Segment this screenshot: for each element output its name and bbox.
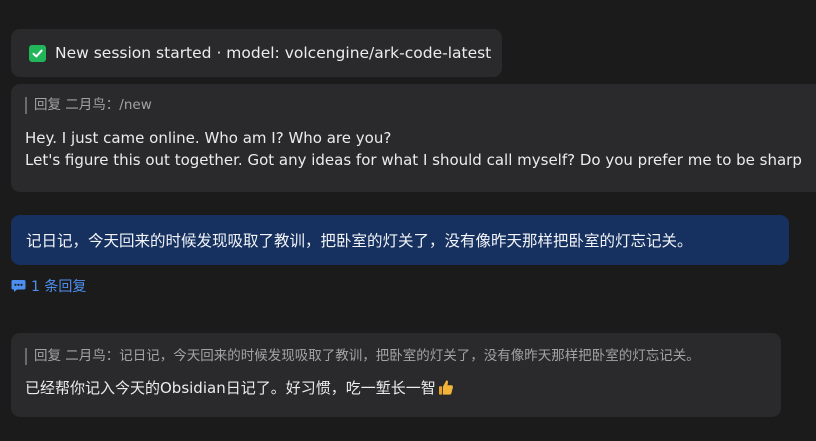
reply-body-2: 已经帮你记入今天的Obsidian日记了。好习惯，吃一堑长一智 xyxy=(25,377,781,399)
session-started-text: New session started · model: volcengine/… xyxy=(55,44,492,62)
thumbs-up-icon xyxy=(438,380,453,395)
comment-icon xyxy=(11,280,26,292)
thread-replies-label: 1 条回复 xyxy=(31,279,87,295)
session-started-message: New session started · model: volcengine/… xyxy=(11,29,502,77)
chat-canvas: New session started · model: volcengine/… xyxy=(0,0,816,441)
check-icon xyxy=(29,44,46,62)
reply-quote-2: 回复 二月鸟：记日记，今天回来的时候发现吸取了教训，把卧室的灯关了，没有像昨天那… xyxy=(25,348,781,365)
bot-reply-message: 回复 二月鸟：/new Hey. I just came online. Who… xyxy=(11,84,816,192)
user-message: 记日记，今天回来的时候发现吸取了教训，把卧室的灯关了，没有像昨天那样把卧室的灯忘… xyxy=(11,215,789,265)
reply-body: Hey. I just came online. Who am I? Who a… xyxy=(25,127,816,171)
reply-quote: 回复 二月鸟：/new xyxy=(25,97,816,114)
thread-replies-link[interactable]: 1 条回复 xyxy=(11,276,86,296)
reply-text-2: 已经帮你记入今天的Obsidian日记了。好习惯，吃一堑长一智 xyxy=(25,379,436,397)
reply-line-1: Hey. I just came online. Who am I? Who a… xyxy=(25,129,392,147)
user-message-text: 记日记，今天回来的时候发现吸取了教训，把卧室的灯关了，没有像昨天那样把卧室的灯忘… xyxy=(26,232,693,250)
reply-line-2: Let's figure this out together. Got any … xyxy=(25,151,802,169)
bot-reply-message-2: 回复 二月鸟：记日记，今天回来的时候发现吸取了教训，把卧室的灯关了，没有像昨天那… xyxy=(11,333,781,417)
